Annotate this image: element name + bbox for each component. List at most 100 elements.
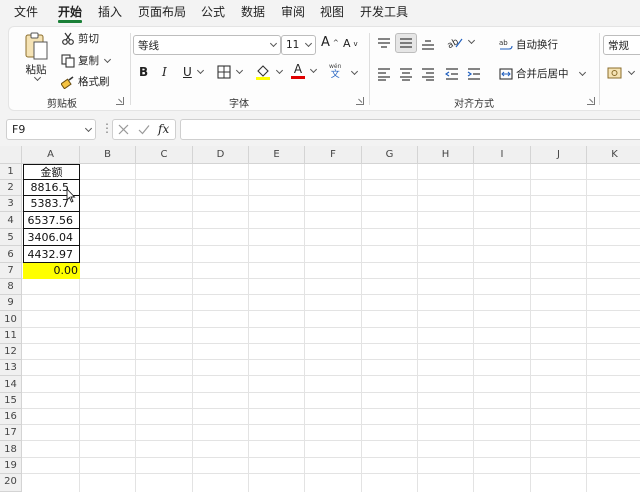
grid-line <box>22 457 640 458</box>
formula-input[interactable] <box>180 119 640 140</box>
borders-icon <box>217 65 231 79</box>
clipboard-launcher-icon[interactable] <box>116 97 124 105</box>
column-header-h[interactable]: H <box>418 146 474 164</box>
cut-button[interactable]: 剪切 <box>61 31 99 46</box>
merge-dropdown-icon[interactable] <box>578 68 586 76</box>
phonetic-dropdown-icon[interactable] <box>350 67 359 76</box>
row-header[interactable]: 8 <box>0 279 22 295</box>
align-middle-button[interactable] <box>395 33 417 53</box>
row-header[interactable]: 2 <box>0 180 22 196</box>
font-color-button[interactable]: A <box>291 63 318 79</box>
cell-a1[interactable]: 金额 <box>23 164 80 180</box>
insert-function-button[interactable]: fx <box>158 122 169 136</box>
format-painter-button[interactable]: 格式刷 <box>61 74 110 89</box>
cancel-icon[interactable] <box>118 124 129 135</box>
select-all-corner[interactable] <box>0 146 22 164</box>
column-header-j[interactable]: J <box>531 146 587 164</box>
column-header-k[interactable]: K <box>587 146 640 164</box>
row-header[interactable]: 7 <box>0 263 22 279</box>
font-color-dropdown-icon[interactable] <box>309 65 318 74</box>
number-format-select[interactable]: 常规 <box>603 35 640 55</box>
column-header-a[interactable]: A <box>22 146 80 164</box>
row-header[interactable]: 14 <box>0 376 22 393</box>
merge-center-label: 合并后居中 <box>516 68 569 80</box>
merge-center-button[interactable]: 合并后居中 <box>499 66 586 81</box>
row-header[interactable]: 4 <box>0 212 22 229</box>
orientation-button[interactable]: ab <box>447 35 476 49</box>
row-header[interactable]: 6 <box>0 246 22 263</box>
align-center-icon[interactable] <box>399 67 413 81</box>
row-header[interactable]: 13 <box>0 360 22 376</box>
italic-button[interactable]: I <box>162 65 167 79</box>
font-launcher-icon[interactable] <box>356 97 364 105</box>
name-box[interactable]: F9 <box>6 119 96 140</box>
column-header-i[interactable]: I <box>474 146 531 164</box>
column-header-d[interactable]: D <box>193 146 249 164</box>
wrap-text-label: 自动换行 <box>516 39 558 51</box>
row-header[interactable]: 16 <box>0 409 22 425</box>
tab-view[interactable]: 视图 <box>320 3 344 20</box>
wrap-text-icon: ab <box>499 39 513 50</box>
paste-button[interactable]: 粘贴 <box>19 31 53 82</box>
tab-developer[interactable]: 开发工具 <box>360 3 408 20</box>
shrink-font-button[interactable]: Av <box>343 37 358 50</box>
worksheet-grid[interactable]: A B C D E F G H I J K 1 2 3 4 5 6 7 8 9 … <box>0 146 640 492</box>
row-header[interactable]: 11 <box>0 328 22 344</box>
column-header-e[interactable]: E <box>249 146 305 164</box>
tab-page-layout[interactable]: 页面布局 <box>138 3 186 20</box>
align-right-icon[interactable] <box>421 67 435 81</box>
row-header[interactable]: 15 <box>0 393 22 409</box>
underline-button[interactable]: U <box>183 65 204 79</box>
align-left-icon[interactable] <box>377 67 391 81</box>
grow-font-button[interactable]: A ^ <box>321 35 339 50</box>
row-header[interactable]: 10 <box>0 311 22 328</box>
grid-line <box>22 195 640 196</box>
column-header-b[interactable]: B <box>80 146 136 164</box>
borders-button[interactable] <box>217 65 244 79</box>
copy-dropdown-icon[interactable] <box>103 55 112 63</box>
tab-home[interactable]: 开始 <box>58 3 82 20</box>
column-header-f[interactable]: F <box>305 146 362 164</box>
phonetic-button[interactable]: wén 文 <box>329 62 341 80</box>
row-header[interactable]: 5 <box>0 229 22 246</box>
cell-a5[interactable]: 3406.04 <box>23 229 80 246</box>
bold-button[interactable]: B <box>139 65 148 79</box>
increase-indent-icon[interactable] <box>467 67 481 81</box>
row-header[interactable]: 12 <box>0 344 22 360</box>
tab-formulas[interactable]: 公式 <box>201 3 225 20</box>
row-header[interactable]: 19 <box>0 458 22 474</box>
font-size-select[interactable]: 11 <box>281 35 316 55</box>
tab-insert[interactable]: 插入 <box>98 3 122 20</box>
row-header[interactable]: 3 <box>0 196 22 212</box>
fill-color-button[interactable] <box>255 63 284 81</box>
align-top-icon[interactable] <box>377 37 391 51</box>
underline-dropdown-icon[interactable] <box>196 66 204 75</box>
confirm-icon[interactable] <box>138 124 150 135</box>
tab-file[interactable]: 文件 <box>14 3 38 20</box>
tab-data[interactable]: 数据 <box>241 3 265 20</box>
alignment-launcher-icon[interactable] <box>587 97 595 105</box>
align-bottom-icon[interactable] <box>421 37 435 51</box>
tab-review[interactable]: 审阅 <box>281 3 305 20</box>
borders-dropdown-icon[interactable] <box>235 66 244 75</box>
orientation-dropdown-icon[interactable] <box>467 36 476 45</box>
row-header[interactable]: 9 <box>0 295 22 311</box>
column-header-g[interactable]: G <box>362 146 418 164</box>
wrap-text-button[interactable]: ab 自动换行 <box>499 37 558 52</box>
row-header[interactable]: 18 <box>0 441 22 458</box>
grid-line <box>22 392 640 393</box>
cell-a6[interactable]: 4432.97 <box>23 246 80 263</box>
column-header-c[interactable]: C <box>136 146 193 164</box>
cell-a4[interactable]: 6537.56 <box>23 212 80 229</box>
row-header[interactable]: 1 <box>0 164 22 180</box>
currency-dropdown-icon[interactable] <box>627 67 636 76</box>
font-name-select[interactable]: 等线 <box>133 35 281 55</box>
currency-format-button[interactable] <box>607 66 636 80</box>
copy-button[interactable]: 复制 <box>61 53 112 68</box>
fill-color-dropdown-icon[interactable] <box>275 66 284 75</box>
cell-a7[interactable]: 0.00 <box>23 263 80 279</box>
decrease-indent-icon[interactable] <box>445 67 459 81</box>
row-header[interactable]: 20 <box>0 474 22 492</box>
fill-bucket-icon <box>256 65 270 80</box>
row-header[interactable]: 17 <box>0 425 22 441</box>
